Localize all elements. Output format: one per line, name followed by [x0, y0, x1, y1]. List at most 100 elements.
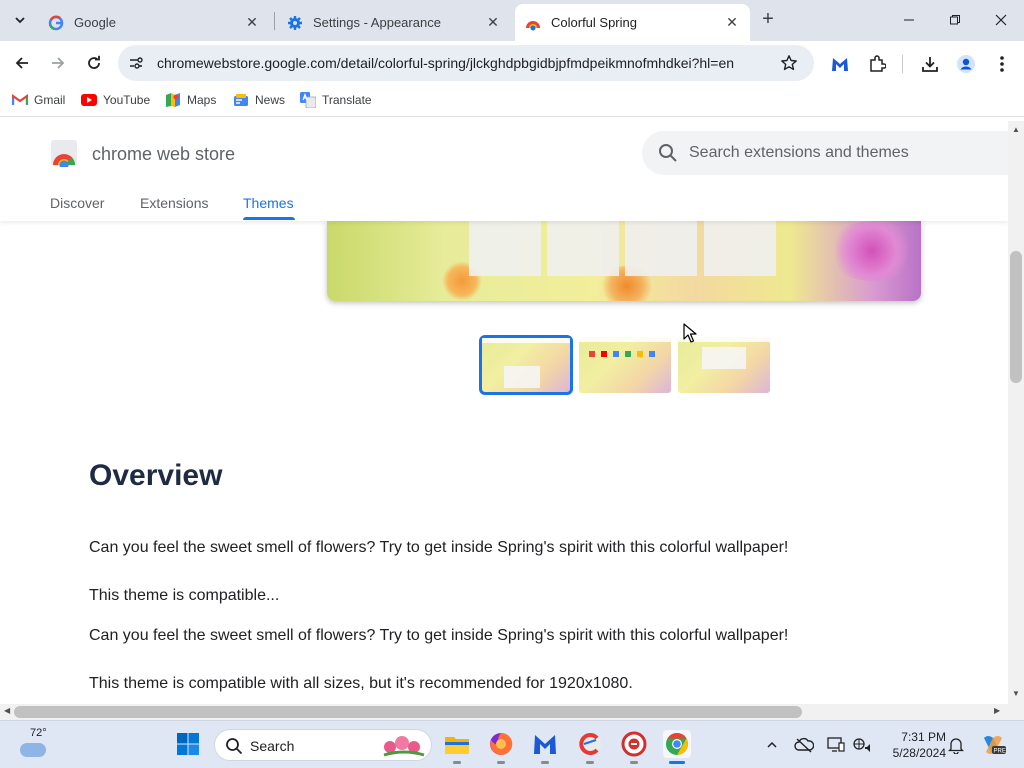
google-icon	[48, 15, 64, 31]
extensions-puzzle-icon[interactable]	[866, 53, 888, 75]
copilot-icon: PRE	[984, 736, 1006, 755]
gear-icon	[287, 15, 303, 31]
taskbar-app[interactable]	[620, 730, 648, 764]
minimize-button[interactable]	[896, 8, 922, 32]
notifications-button[interactable]	[946, 735, 966, 755]
mouse-cursor-icon	[683, 323, 697, 343]
tab-google[interactable]: Google ✕	[38, 4, 270, 41]
scroll-down-arrow-icon[interactable]: ▼	[1012, 689, 1020, 698]
chevron-down-icon	[15, 17, 25, 24]
news-icon	[233, 92, 249, 108]
monitor-icon	[827, 737, 845, 752]
bookmark-maps[interactable]: Maps	[165, 92, 216, 108]
taskbar-file-explorer[interactable]	[443, 730, 471, 764]
chevron-up-icon	[767, 741, 777, 748]
taskbar-ccleaner[interactable]	[576, 730, 604, 764]
bookmark-star-icon[interactable]	[780, 54, 798, 77]
taskbar-firefox[interactable]	[487, 730, 515, 764]
new-tab-button[interactable]: +	[758, 9, 778, 30]
bookmark-youtube[interactable]: YouTube	[81, 92, 150, 108]
scrollbar-corner	[1008, 704, 1024, 720]
horizontal-scroll-thumb[interactable]	[14, 706, 802, 718]
cloud-offline-icon	[794, 737, 814, 753]
bookmark-translate[interactable]: Translate	[300, 92, 372, 108]
ccleaner-icon	[579, 733, 601, 755]
horizontal-scrollbar[interactable]: ◀ ▶	[0, 704, 1008, 720]
bookmark-news[interactable]: News	[233, 92, 285, 108]
close-icon[interactable]: ✕	[244, 14, 260, 31]
store-name[interactable]: chrome web store	[92, 144, 235, 165]
address-bar[interactable]: chromewebstore.google.com/detail/colorfu…	[118, 45, 814, 81]
search-icon	[225, 737, 243, 760]
reload-button[interactable]	[82, 51, 106, 75]
malwarebytes-extension-icon[interactable]	[829, 53, 851, 75]
copilot-button[interactable]: PRE	[980, 735, 1006, 755]
nav-tab-themes[interactable]: Themes	[243, 195, 294, 211]
weather-temperature: 72°	[30, 727, 47, 739]
scroll-left-arrow-icon[interactable]: ◀	[4, 706, 10, 715]
bookmark-label: YouTube	[103, 93, 151, 107]
tab-title: Google	[74, 15, 116, 30]
youtube-icon	[81, 92, 97, 108]
screenshot-thumbnail-1[interactable]	[479, 335, 573, 395]
network-volume-tray[interactable]	[852, 735, 872, 755]
tab-search-button[interactable]	[8, 8, 32, 32]
screenshot-thumbnail-2[interactable]	[579, 337, 671, 393]
taskbar-search-label: Search	[250, 738, 295, 754]
browser-toolbar: chromewebstore.google.com/detail/colorfu…	[0, 41, 1024, 85]
overview-paragraph: This theme is compatible with all sizes,…	[89, 675, 633, 692]
chrome-web-store-logo-icon[interactable]	[50, 139, 78, 170]
page-content: chrome web store Search extensions and t…	[0, 121, 1008, 704]
downloads-icon[interactable]	[919, 53, 941, 75]
store-header: chrome web store Search extensions and t…	[0, 121, 1008, 221]
url-text: chromewebstore.google.com/detail/colorfu…	[157, 55, 735, 71]
search-icon	[658, 143, 678, 168]
onedrive-tray[interactable]	[794, 735, 814, 755]
search-highlight-flowers-icon	[383, 736, 425, 757]
more-menu-button[interactable]	[991, 53, 1013, 75]
windows-start-icon	[177, 733, 199, 755]
tab-title: Settings - Appearance	[313, 15, 441, 30]
reload-icon	[88, 55, 100, 69]
app-icon	[621, 731, 647, 757]
show-hidden-icons-button[interactable]	[762, 735, 782, 755]
clock-date: 5/28/2024	[892, 746, 946, 760]
clock-time: 7:31 PM	[901, 730, 946, 744]
taskbar-malwarebytes[interactable]	[531, 730, 559, 764]
tab-colorful-spring[interactable]: Colorful Spring ✕	[515, 4, 750, 41]
file-explorer-icon	[445, 737, 469, 754]
network-icon	[853, 738, 870, 752]
display-tray[interactable]	[826, 735, 846, 755]
chrome-web-store-icon	[525, 15, 541, 31]
restore-icon	[950, 15, 960, 25]
back-button[interactable]	[10, 51, 34, 75]
close-icon[interactable]: ✕	[724, 14, 740, 31]
tab-separator	[274, 12, 275, 30]
restore-button[interactable]	[942, 8, 968, 32]
site-info-icon[interactable]	[128, 55, 144, 76]
start-button[interactable]	[174, 730, 202, 758]
vertical-scrollbar[interactable]: ▲ ▼	[1008, 121, 1024, 704]
arrow-left-icon	[15, 57, 28, 69]
nav-tab-extensions[interactable]: Extensions	[140, 195, 208, 211]
store-search-input[interactable]: Search extensions and themes	[642, 131, 1008, 175]
forward-button[interactable]	[46, 51, 70, 75]
scroll-up-arrow-icon[interactable]: ▲	[1012, 125, 1020, 134]
profile-avatar[interactable]	[955, 53, 977, 75]
bookmark-label: Translate	[322, 93, 372, 107]
taskbar-chrome[interactable]	[663, 730, 691, 764]
weather-widget[interactable]: 72°	[18, 727, 50, 761]
taskbar-search-box[interactable]: Search	[214, 729, 432, 761]
close-icon[interactable]: ✕	[485, 14, 501, 31]
screenshot-thumbnail-3[interactable]	[678, 337, 770, 393]
system-clock[interactable]: 7:31 PM 5/28/2024	[880, 729, 946, 761]
tab-settings-appearance[interactable]: Settings - Appearance ✕	[277, 4, 511, 41]
nav-tab-discover[interactable]: Discover	[50, 195, 104, 211]
tab-strip: Google ✕ Settings - Appearance ✕ Colorfu…	[0, 0, 1024, 41]
bookmark-gmail[interactable]: Gmail	[12, 92, 65, 108]
close-window-button[interactable]	[988, 8, 1014, 32]
minimize-icon	[904, 19, 914, 21]
vertical-scroll-thumb[interactable]	[1010, 251, 1022, 383]
scroll-right-arrow-icon[interactable]: ▶	[994, 706, 1000, 715]
cloud-icon	[20, 743, 46, 757]
